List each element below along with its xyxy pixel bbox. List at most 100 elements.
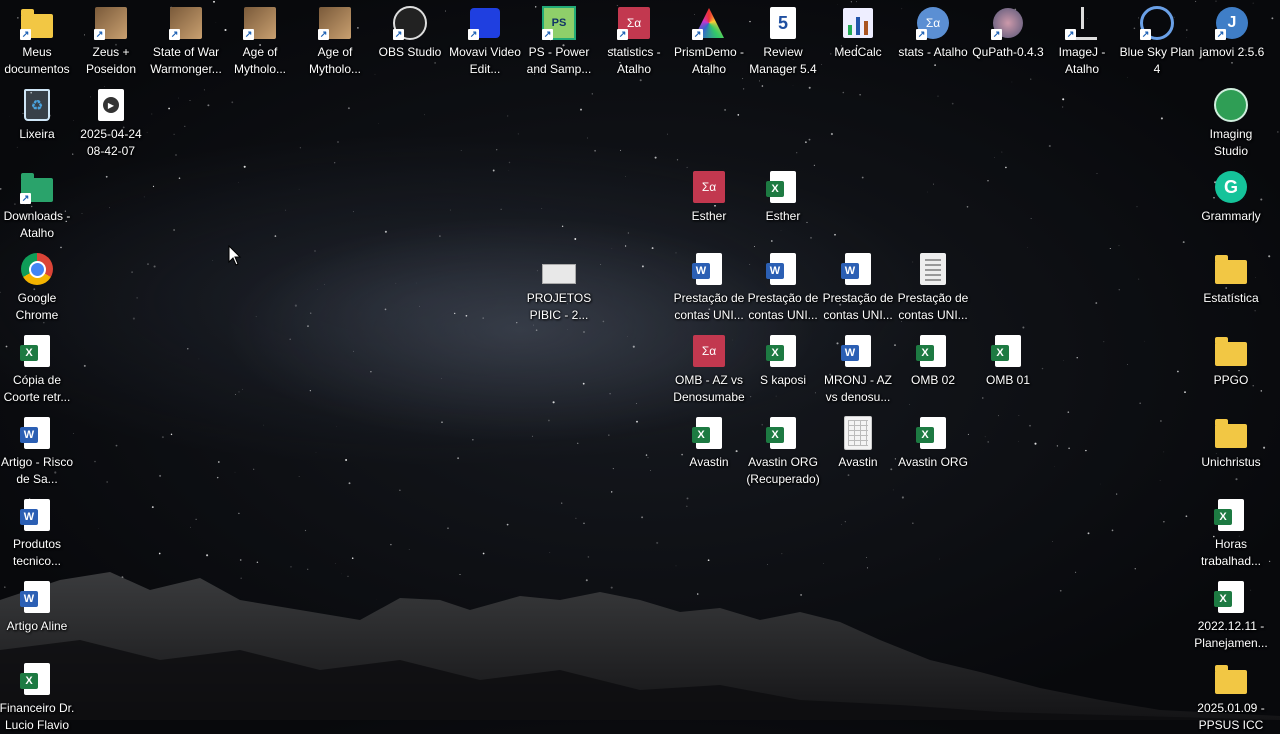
desktop-icon[interactable]: ↗ImageJ - Atalho: [1044, 4, 1120, 78]
desktop-icon-label: S kaposi: [745, 372, 821, 389]
desktop-icon[interactable]: ↗Age of Mytholo...: [222, 4, 298, 78]
shortcut-arrow-icon: ↗: [20, 29, 31, 40]
desktop-icon-label: Artigo - Risco de Sa...: [0, 454, 75, 488]
medcalc-icon: [841, 6, 875, 40]
chrome-icon: [20, 252, 54, 286]
desktop-icon[interactable]: ↗OBS Studio: [372, 4, 448, 61]
desktop-icon[interactable]: Estatística: [1193, 250, 1269, 307]
desktop-icon[interactable]: XEsther: [745, 168, 821, 225]
desktop-icon[interactable]: ↗ Movavi Video Edit...: [447, 4, 523, 78]
word-icon: W: [20, 580, 54, 614]
desktop-icon-label: PROJETOS PIBIC - 2...: [521, 290, 597, 324]
desktop-icon[interactable]: ↗ State of War Warmonger...: [148, 4, 224, 78]
desktop-icon-label: PPGO: [1193, 372, 1269, 389]
desktop-icon[interactable]: 5Review Manager 5.4: [745, 4, 821, 78]
desktop-icon[interactable]: XFinanceiro Dr. Lucio Flavio: [0, 660, 75, 734]
desktop-icon[interactable]: X2022.12.11 - Planejamen...: [1193, 578, 1269, 652]
folder-icon: [1214, 334, 1248, 368]
desktop-icon-label: Prestação de contas UNI...: [671, 290, 747, 324]
desktop-icon-label: OMB 01: [970, 372, 1046, 389]
desktop-icon-label: Lixeira: [0, 126, 75, 143]
desktop-icon[interactable]: WProdutos tecnico...: [0, 496, 75, 570]
desktop-icon[interactable]: XCópia de Coorte retr...: [0, 332, 75, 406]
shortcut-arrow-icon: ↗: [318, 29, 329, 40]
desktop-icon[interactable]: Unichristus: [1193, 414, 1269, 471]
recycle-bin-icon: ♻: [20, 88, 54, 122]
desktop-icon-label: OMB 02: [895, 372, 971, 389]
excel-icon: X: [20, 334, 54, 368]
statistics-file-icon: Σα: [692, 170, 726, 204]
desktop-icon[interactable]: ↗ Downloads - Atalho: [0, 168, 75, 242]
desktop-icon[interactable]: ↗PrismDemo - Atalho: [671, 4, 747, 78]
desktop-icon-label: Prestação de contas UNI...: [895, 290, 971, 324]
excel-icon: X: [1214, 498, 1248, 532]
desktop-icon[interactable]: ▶2025-04-24 08-42-07: [73, 86, 149, 160]
desktop-icon[interactable]: GGrammarly: [1193, 168, 1269, 225]
desktop-icon[interactable]: PPGO: [1193, 332, 1269, 389]
desktop-icon[interactable]: MedCalc: [820, 4, 896, 61]
desktop-icon[interactable]: J↗jamovi 2.5.6: [1194, 4, 1270, 61]
video-file-icon: ▶: [94, 88, 128, 122]
text-document-icon: [916, 252, 950, 286]
excel-icon: X: [766, 334, 800, 368]
desktop-icon-label: Unichristus: [1193, 454, 1269, 471]
shortcut-arrow-icon: ↗: [1215, 29, 1226, 40]
shortcut-arrow-icon: ↗: [243, 29, 254, 40]
word-icon: W: [20, 498, 54, 532]
desktop-icon[interactable]: ↗Zeus + Poseidon: [73, 4, 149, 78]
desktop-icon[interactable]: XAvastin ORG: [895, 414, 971, 471]
desktop-icon[interactable]: XAvastin: [671, 414, 747, 471]
desktop-icon[interactable]: ΣαOMB - AZ vs Denosumabe: [671, 332, 747, 406]
shortcut-arrow-icon: ↗: [393, 29, 404, 40]
desktop-icon-label: Avastin ORG (Recuperado): [745, 454, 821, 488]
desktop-icon[interactable]: ↗Blue Sky Plan 4: [1119, 4, 1195, 78]
folder-icon: [1214, 416, 1248, 450]
shortcut-arrow-icon: ↗: [468, 29, 479, 40]
desktop-icon-label: Review Manager 5.4: [745, 44, 821, 78]
desktop-icon[interactable]: Imaging Studio: [1193, 86, 1269, 160]
desktop-icon-label: Imaging Studio: [1193, 126, 1269, 160]
desktop-icon[interactable]: XHoras trabalhad...: [1193, 496, 1269, 570]
desktop-icon[interactable]: X S kaposi: [745, 332, 821, 389]
desktop-icon-label: Downloads - Atalho: [0, 208, 75, 242]
desktop-icon[interactable]: ΣαEsther: [671, 168, 747, 225]
desktop-icon[interactable]: 2025.01.09 - PPSUS ICC: [1193, 660, 1269, 734]
shortcut-arrow-icon: ↗: [1065, 29, 1076, 40]
desktop-icon[interactable]: Σα↗statistics - Atalho: [596, 4, 672, 78]
desktop-icon[interactable]: ↗QuPath-0.4.3: [970, 4, 1046, 61]
folder-icon: [1214, 662, 1248, 696]
desktop-icon[interactable]: W Artigo Aline: [0, 578, 75, 635]
ps-power-icon: PS↗: [542, 6, 576, 40]
bluesky-icon: ↗: [1140, 6, 1174, 40]
folder-downloads-icon: ↗: [20, 170, 54, 204]
desktop-icon-label: State of War Warmonger...: [148, 44, 224, 78]
desktop-icon[interactable]: XAvastin ORG (Recuperado): [745, 414, 821, 488]
grammarly-icon: G: [1214, 170, 1248, 204]
desktop-icon[interactable]: WPrestação de contas UNI...: [671, 250, 747, 324]
desktop-icon[interactable]: XOMB 02: [895, 332, 971, 389]
desktop-icon[interactable]: Google Chrome: [0, 250, 75, 324]
desktop-icon[interactable]: WArtigo - Risco de Sa...: [0, 414, 75, 488]
desktop-icon-label: MedCalc: [820, 44, 896, 61]
shortcut-arrow-icon: ↗: [20, 193, 31, 204]
statistics-icon: Σα↗: [617, 6, 651, 40]
desktop-icon-label: Movavi Video Edit...: [447, 44, 523, 78]
desktop-icon[interactable]: Σα↗stats - Atalho: [895, 4, 971, 61]
shortcut-arrow-icon: ↗: [991, 29, 1002, 40]
desktop-icon[interactable]: PROJETOS PIBIC - 2...: [521, 250, 597, 324]
desktop-icon[interactable]: XOMB 01: [970, 332, 1046, 389]
desktop-icon[interactable]: WMRONJ - AZ vs denosu...: [820, 332, 896, 406]
desktop-icon[interactable]: ♻ Lixeira: [0, 86, 75, 143]
desktop-icon[interactable]: WPrestação de contas UNI...: [820, 250, 896, 324]
desktop-icon[interactable]: Avastin: [820, 414, 896, 471]
desktop-icon-label: Financeiro Dr. Lucio Flavio: [0, 700, 75, 734]
shortcut-arrow-icon: ↗: [169, 29, 180, 40]
desktop-icon[interactable]: WPrestação de contas UNI...: [745, 250, 821, 324]
desktop-icon[interactable]: ↗Age of Mytholo...: [297, 4, 373, 78]
desktop-icon[interactable]: ↗Meus documentos: [0, 4, 75, 78]
desktop-icon-label: Google Chrome: [0, 290, 75, 324]
desktop-icon[interactable]: PS↗PS - Power and Samp...: [521, 4, 597, 78]
desktop-icon-label: Artigo Aline: [0, 618, 75, 635]
desktop-icon[interactable]: Prestação de contas UNI...: [895, 250, 971, 324]
folder-icon: [1214, 252, 1248, 286]
